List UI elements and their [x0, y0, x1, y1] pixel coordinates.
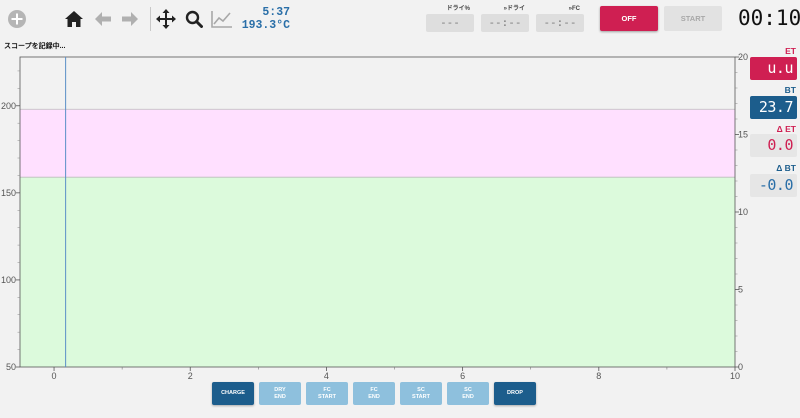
add-icon[interactable]	[6, 8, 28, 30]
forward-arrow-icon[interactable]	[119, 8, 141, 30]
back-arrow-icon[interactable]	[92, 8, 114, 30]
drop-button[interactable]: DROP	[494, 382, 536, 405]
fc-start-button[interactable]: FC START	[306, 382, 348, 405]
phase-dry-time: »ドライ --:--	[481, 5, 529, 32]
delta-bt-label: Δ BT	[776, 163, 796, 173]
x-tick-label: 2	[188, 371, 193, 381]
off-button[interactable]: OFF	[600, 6, 658, 31]
y-left-tick-label: 100	[1, 275, 16, 285]
x-tick-label: 8	[596, 371, 601, 381]
toolbar: 5:37 193.3°C ドライ% --- »ドライ --:-- »FC --:…	[0, 0, 800, 38]
phase-label: ドライ%	[446, 6, 470, 12]
phase-dry-percent: ドライ% ---	[426, 5, 474, 32]
phase-fc-time: »FC --:--	[536, 5, 584, 32]
start-button[interactable]: START	[664, 6, 722, 31]
roast-chart[interactable]: 0 2 4 6 8 10 50 100 150 200 0 5 10 15 20	[0, 50, 750, 382]
delta-et-display: 0.0	[750, 134, 797, 157]
chart-band-1	[20, 177, 735, 367]
y-right-tick-label: 0	[738, 362, 743, 372]
chart-band-0	[20, 109, 735, 178]
home-icon[interactable]	[63, 8, 85, 30]
phase-value: ---	[426, 14, 474, 32]
bt-display: 23.7	[750, 96, 797, 119]
phase-value: --:--	[481, 14, 529, 32]
toolbar-separator	[150, 7, 151, 31]
y-right-tick-label: 5	[738, 285, 743, 295]
bt-label: BT	[784, 85, 796, 95]
y-right-tick-label: 20	[738, 52, 748, 62]
sc-start-button[interactable]: SC START	[400, 382, 442, 405]
et-display: u.u	[750, 57, 797, 80]
readout-time: 5:37	[262, 6, 290, 19]
readout: 5:37 193.3°C	[230, 6, 290, 32]
y-right-tick-label: 10	[738, 207, 748, 217]
delta-et-label: Δ ET	[776, 124, 796, 134]
x-tick-label: 0	[52, 371, 57, 381]
sc-end-button[interactable]: SC END	[447, 382, 489, 405]
x-tick-label: 6	[460, 371, 465, 381]
readout-temperature: 193.3°C	[241, 19, 290, 32]
y-right-tick-label: 15	[738, 130, 748, 140]
dry-end-button[interactable]: DRY END	[259, 382, 301, 405]
y-left-tick-label: 50	[6, 362, 16, 372]
delta-bt-display: -0.0	[750, 174, 797, 197]
x-tick-label: 10	[730, 371, 740, 381]
roast-timer: 00:10	[738, 6, 800, 30]
phase-label: »FC	[568, 6, 580, 12]
x-tick-label: 4	[324, 371, 329, 381]
zoom-icon[interactable]	[183, 8, 205, 30]
et-label: ET	[785, 46, 796, 56]
charge-button[interactable]: CHARGE	[212, 382, 254, 405]
move-icon[interactable]	[155, 8, 177, 30]
y-left-tick-label: 150	[1, 188, 16, 198]
phase-value: --:--	[536, 14, 584, 32]
fc-end-button[interactable]: FC END	[353, 382, 395, 405]
phase-label: »ドライ	[503, 6, 525, 12]
y-left-tick-label: 200	[1, 101, 16, 111]
